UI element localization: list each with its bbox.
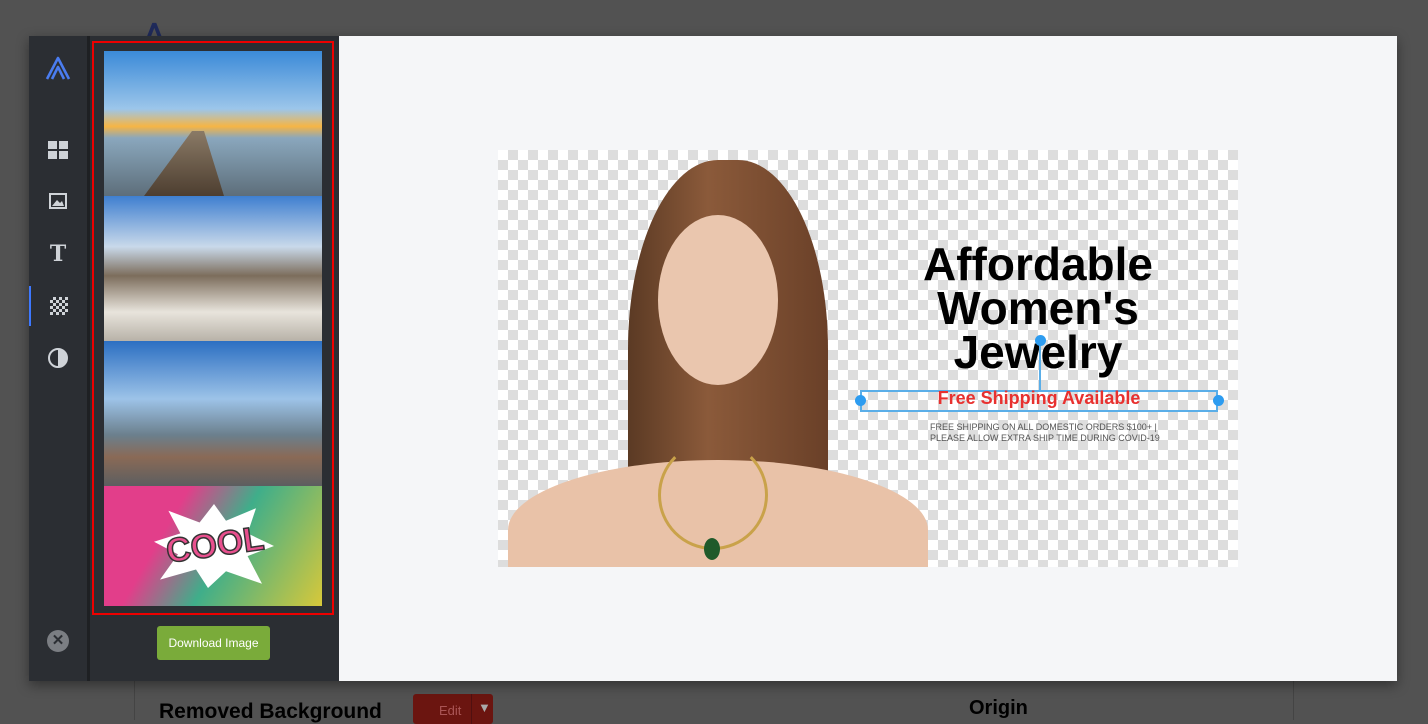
design-artboard[interactable]: Affordable Women's Jewelry Free Shipping… bbox=[498, 150, 1238, 567]
text-icon[interactable]: T bbox=[29, 234, 87, 274]
edit-button[interactable]: Edit ▼ bbox=[413, 694, 493, 724]
templates-grid-icon[interactable] bbox=[29, 130, 87, 170]
background-checker-icon[interactable] bbox=[29, 286, 87, 326]
thumbnail-sunset-pier[interactable] bbox=[104, 51, 322, 196]
headline-text[interactable]: Affordable Women's Jewelry bbox=[878, 241, 1198, 375]
model-photo[interactable] bbox=[508, 160, 928, 567]
app-logo-icon bbox=[29, 48, 87, 88]
close-icon[interactable]: ✕ bbox=[29, 621, 87, 661]
rotate-line bbox=[1039, 340, 1041, 390]
thumbnail-skyscrapers[interactable] bbox=[104, 341, 322, 486]
thumbnail-list[interactable]: COOL bbox=[92, 41, 334, 615]
image-icon[interactable] bbox=[29, 181, 87, 221]
fine-print-line-2: PLEASE ALLOW EXTRA SHIP TIME DURING COVI… bbox=[930, 433, 1160, 443]
edit-label: Edit bbox=[439, 703, 462, 718]
editor-canvas: Affordable Women's Jewelry Free Shipping… bbox=[339, 36, 1397, 681]
tool-rail: T ✕ bbox=[29, 36, 87, 681]
tagline-text[interactable]: Free Shipping Available bbox=[860, 388, 1218, 409]
image-editor-modal: T ✕ COOL Download Image Affordable Women… bbox=[29, 36, 1397, 681]
fine-print-text[interactable]: FREE SHIPPING ON ALL DOMESTIC ORDERS $10… bbox=[930, 422, 1160, 444]
background-panel: COOL Download Image bbox=[90, 36, 339, 681]
removed-background-title: Removed Background bbox=[159, 700, 382, 723]
download-image-button[interactable]: Download Image bbox=[157, 626, 270, 660]
adjust-contrast-icon[interactable] bbox=[29, 338, 87, 378]
rotate-handle[interactable] bbox=[1035, 335, 1046, 346]
thumbnail-city-crowd[interactable] bbox=[104, 196, 322, 341]
fine-print-line-1: FREE SHIPPING ON ALL DOMESTIC ORDERS $10… bbox=[930, 422, 1157, 432]
thumbnail-cool-comic[interactable]: COOL bbox=[104, 486, 322, 606]
dropdown-caret-icon[interactable]: ▼ bbox=[471, 694, 493, 724]
